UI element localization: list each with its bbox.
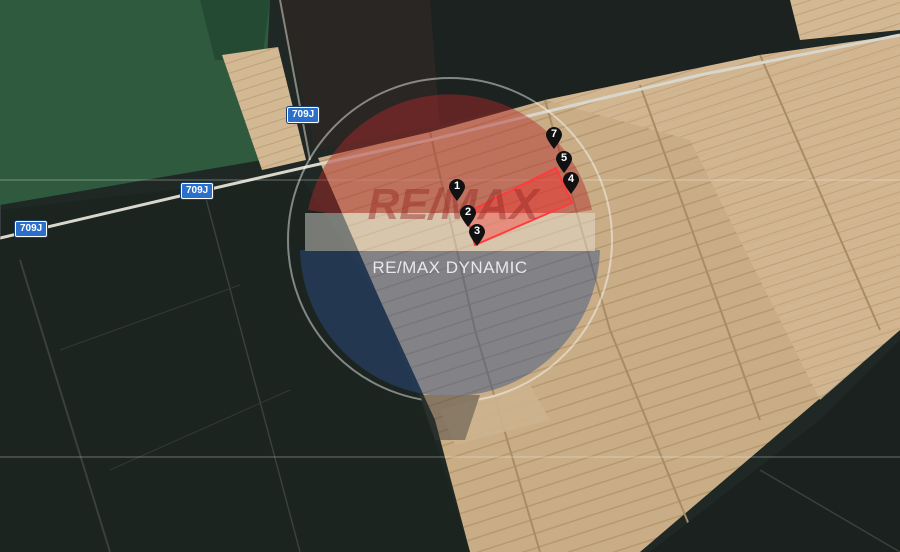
marker-label: 2 [464,206,472,218]
map-marker-3[interactable]: 3 [468,223,486,247]
road-badge: 709J [287,107,320,123]
marker-label: 3 [473,225,481,237]
map-marker-1[interactable]: 1 [448,178,466,202]
marker-label: 1 [453,180,461,192]
map-marker-5[interactable]: 5 [555,150,573,174]
marker-label: 4 [567,173,575,185]
road-badge: 709J [15,221,48,237]
map-marker-4[interactable]: 4 [562,171,580,195]
map-marker-7[interactable]: 7 [545,126,563,150]
marker-label: 7 [550,128,558,140]
satellite-map[interactable]: RE/MAX RE/MAX DYNAMIC 709J 709J 709J 1 2… [0,0,900,552]
marker-label: 5 [560,152,568,164]
road-badge: 709J [181,183,214,199]
remax-caption: RE/MAX DYNAMIC [372,258,528,277]
